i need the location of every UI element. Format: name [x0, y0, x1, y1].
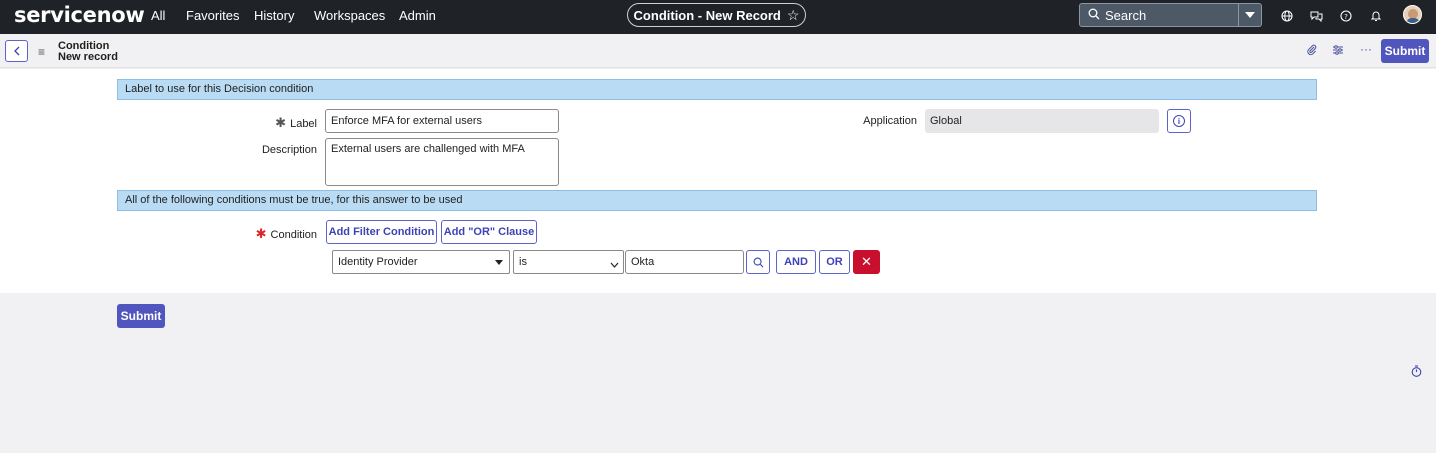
submit-button-top[interactable]: Submit: [1381, 39, 1429, 63]
search-input[interactable]: Search: [1105, 8, 1238, 23]
description-field-label: Description: [261, 144, 317, 156]
bell-icon[interactable]: [1368, 8, 1384, 24]
application-field-label: Application: [863, 115, 917, 127]
nav-history[interactable]: History: [254, 8, 294, 23]
form-header: ≡ Condition New record ··· Submit: [0, 34, 1436, 68]
nav-workspaces[interactable]: Workspaces: [314, 8, 385, 23]
application-info-button[interactable]: i: [1167, 109, 1191, 133]
search-scope-dropdown[interactable]: [1238, 4, 1261, 26]
more-icon[interactable]: ···: [1360, 42, 1372, 56]
condition-value-input[interactable]: Okta: [625, 250, 744, 274]
label-field-label-text: Label: [290, 118, 317, 130]
chevron-down-icon: [610, 255, 619, 277]
and-button[interactable]: AND: [776, 250, 816, 274]
form-content: Label to use for this Decision condition…: [0, 69, 1436, 293]
condition-field-label-text: Condition: [270, 229, 317, 241]
chevron-down-icon: [1245, 12, 1255, 18]
chat-icon[interactable]: [1308, 8, 1324, 24]
info-icon: i: [1173, 115, 1185, 127]
chevron-down-icon: [495, 260, 503, 265]
favorite-star-icon[interactable]: ☆: [787, 7, 800, 24]
globe-icon[interactable]: [1279, 8, 1295, 24]
section-header-label: Label to use for this Decision condition: [117, 79, 1317, 100]
delete-condition-button[interactable]: ✕: [853, 250, 880, 274]
avatar-body: [1406, 18, 1420, 23]
close-icon: ✕: [861, 254, 872, 269]
help-icon[interactable]: ?: [1338, 8, 1354, 24]
attachment-icon[interactable]: [1306, 44, 1317, 59]
condition-field-label: ✱ Condition: [220, 226, 317, 242]
condition-operator-value: is: [519, 256, 527, 268]
top-nav: servicenow All Favorites History Workspa…: [0, 0, 1436, 34]
nav-admin[interactable]: Admin: [399, 8, 436, 23]
back-button[interactable]: [5, 40, 28, 62]
add-filter-condition-button[interactable]: Add Filter Condition: [326, 220, 437, 244]
or-button[interactable]: OR: [819, 250, 850, 274]
form-subtitle: New record: [58, 51, 118, 63]
search-icon: [753, 257, 763, 267]
global-search[interactable]: Search: [1079, 3, 1262, 27]
submit-button-bottom[interactable]: Submit: [117, 304, 165, 328]
servicenow-logo[interactable]: servicenow: [14, 3, 145, 27]
required-icon: ✱: [275, 115, 287, 130]
nav-all[interactable]: All: [151, 8, 165, 23]
label-input[interactable]: Enforce MFA for external users: [325, 109, 559, 133]
condition-operator-select[interactable]: is: [513, 250, 624, 274]
svg-text:?: ?: [1344, 13, 1348, 21]
avatar[interactable]: [1403, 5, 1422, 24]
settings-icon[interactable]: [1332, 44, 1344, 59]
context-menu-icon[interactable]: ≡: [38, 45, 45, 59]
required-icon: ✱: [255, 226, 267, 241]
nav-favorites[interactable]: Favorites: [186, 8, 239, 23]
reference-lookup-button[interactable]: [746, 250, 770, 274]
section-header-conditions: All of the following conditions must be …: [117, 190, 1317, 211]
condition-field-select[interactable]: Identity Provider: [332, 250, 510, 274]
search-icon: [1083, 8, 1105, 23]
description-textarea[interactable]: External users are challenged with MFA: [325, 138, 559, 186]
record-title: Condition - New Record: [633, 7, 781, 23]
application-readonly: Global: [925, 109, 1159, 133]
condition-field-value: Identity Provider: [338, 256, 418, 268]
add-or-clause-button[interactable]: Add "OR" Clause: [441, 220, 537, 244]
timer-icon[interactable]: [1411, 365, 1422, 380]
record-title-pill[interactable]: Condition - New Record ☆: [627, 3, 806, 27]
label-field-label: ✱ Label: [220, 115, 317, 131]
